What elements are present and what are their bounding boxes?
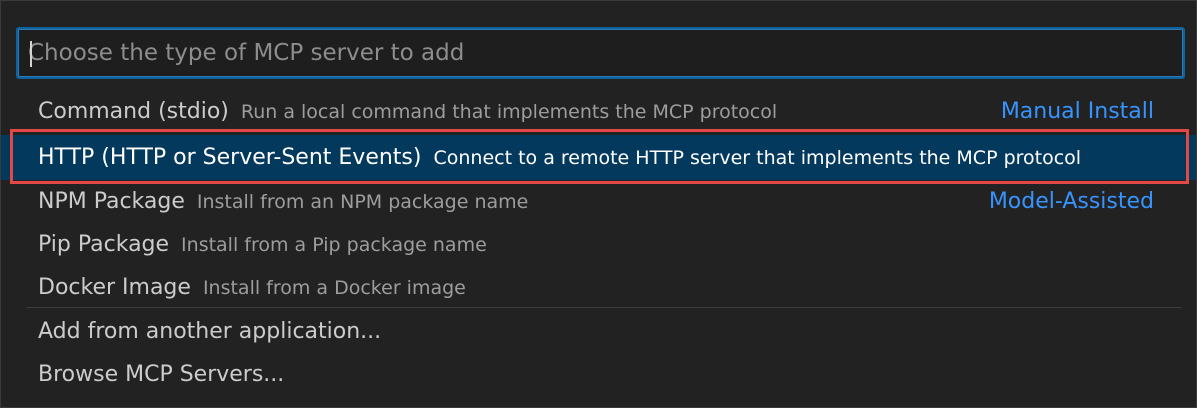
- list-separator: [26, 307, 1182, 308]
- group-label-model-assisted: Model-Assisted: [988, 189, 1154, 214]
- option-label: Browse MCP Servers...: [38, 362, 285, 387]
- option-description: Install from an NPM package name: [196, 190, 529, 213]
- option-docker-image[interactable]: Docker Image Install from a Docker image: [1, 266, 1196, 309]
- text-caret: [30, 41, 32, 67]
- option-label: Add from another application...: [38, 319, 382, 344]
- option-add-from-another-application[interactable]: Add from another application...: [1, 310, 1196, 353]
- option-pip-package[interactable]: Pip Package Install from a Pip package n…: [1, 223, 1196, 266]
- option-description: Install from a Docker image: [202, 276, 466, 299]
- search-input[interactable]: [28, 29, 1168, 77]
- option-description: Connect to a remote HTTP server that imp…: [433, 146, 1082, 169]
- search-box[interactable]: [16, 27, 1185, 79]
- option-http[interactable]: HTTP (HTTP or Server-Sent Events) Connec…: [1, 135, 1196, 180]
- option-command-stdio[interactable]: Command (stdio) Run a local command that…: [1, 90, 1196, 133]
- option-description: Install from a Pip package name: [181, 233, 487, 256]
- option-description: Run a local command that implements the …: [240, 100, 778, 123]
- option-label: Docker Image: [38, 275, 191, 300]
- group-label-manual-install: Manual Install: [1000, 99, 1154, 124]
- option-label: HTTP (HTTP or Server-Sent Events): [38, 145, 422, 170]
- option-label: NPM Package: [38, 189, 185, 214]
- option-label: Pip Package: [38, 232, 170, 257]
- option-npm-package[interactable]: NPM Package Install from an NPM package …: [1, 180, 1196, 223]
- option-browse-mcp-servers[interactable]: Browse MCP Servers...: [1, 353, 1196, 396]
- mcp-server-type-picker: Command (stdio) Run a local command that…: [0, 0, 1197, 408]
- option-label: Command (stdio): [38, 99, 229, 124]
